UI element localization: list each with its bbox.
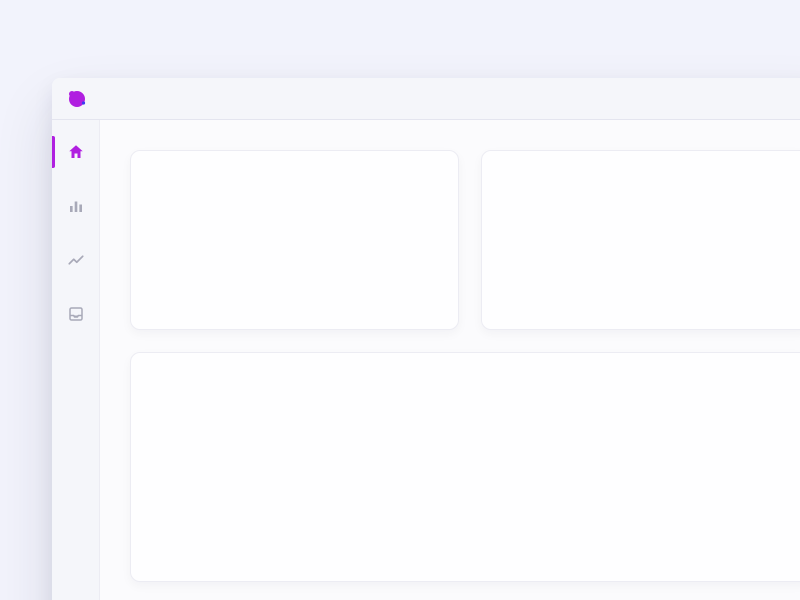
trend-line-icon bbox=[67, 251, 85, 269]
card-wide bbox=[130, 352, 800, 582]
topbar bbox=[52, 78, 800, 120]
sidebar-item-trend-line[interactable] bbox=[52, 246, 100, 274]
content-area bbox=[100, 120, 800, 600]
app-window bbox=[52, 78, 800, 600]
sidebar-item-home[interactable] bbox=[52, 138, 100, 166]
sidebar-item-bar-chart[interactable] bbox=[52, 192, 100, 220]
card-top-left bbox=[130, 150, 459, 330]
home-icon bbox=[67, 143, 85, 161]
body-row bbox=[52, 120, 800, 600]
card-row-top bbox=[130, 150, 800, 330]
app-logo-icon bbox=[66, 88, 88, 110]
card-top-right bbox=[481, 150, 800, 330]
inbox-icon bbox=[67, 305, 85, 323]
bar-chart-icon bbox=[67, 197, 85, 215]
sidebar bbox=[52, 120, 100, 600]
sidebar-item-inbox[interactable] bbox=[52, 300, 100, 328]
